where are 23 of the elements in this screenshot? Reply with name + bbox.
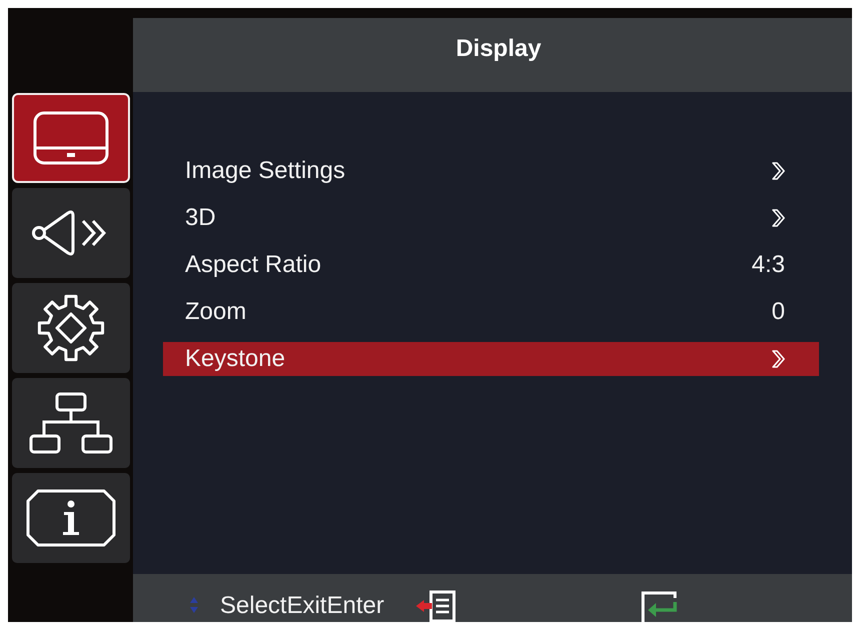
menu-item[interactable]: 3D <box>163 201 819 235</box>
menu-item[interactable]: Zoom 0 <box>163 295 819 329</box>
up-down-arrows-icon <box>190 597 198 613</box>
sidebar-tab[interactable] <box>12 473 130 563</box>
setting-value: 0 <box>772 298 785 326</box>
menu-item[interactable]: Keystone <box>163 342 819 376</box>
hierarchy-icon <box>29 392 113 454</box>
footer-hint: SelectExitEnter <box>220 592 384 620</box>
back-arrow-icon <box>416 590 456 622</box>
chevron-icon <box>772 350 785 368</box>
setting-value: 4:3 <box>752 251 785 279</box>
menu-item[interactable]: Aspect Ratio 4:3 <box>163 248 819 282</box>
sidebar-tab[interactable] <box>12 188 130 278</box>
info-icon <box>26 489 116 547</box>
gear-icon <box>36 293 106 363</box>
sidebar-tab[interactable] <box>12 93 130 183</box>
menu-item[interactable]: Image Settings <box>163 154 819 188</box>
menu-title: Display <box>456 35 542 63</box>
sidebar-tab[interactable] <box>12 283 130 373</box>
sidebar-tab[interactable] <box>12 378 130 468</box>
chevron-icon <box>772 209 785 227</box>
chevron-icon <box>772 162 785 180</box>
screen-icon <box>33 111 109 165</box>
